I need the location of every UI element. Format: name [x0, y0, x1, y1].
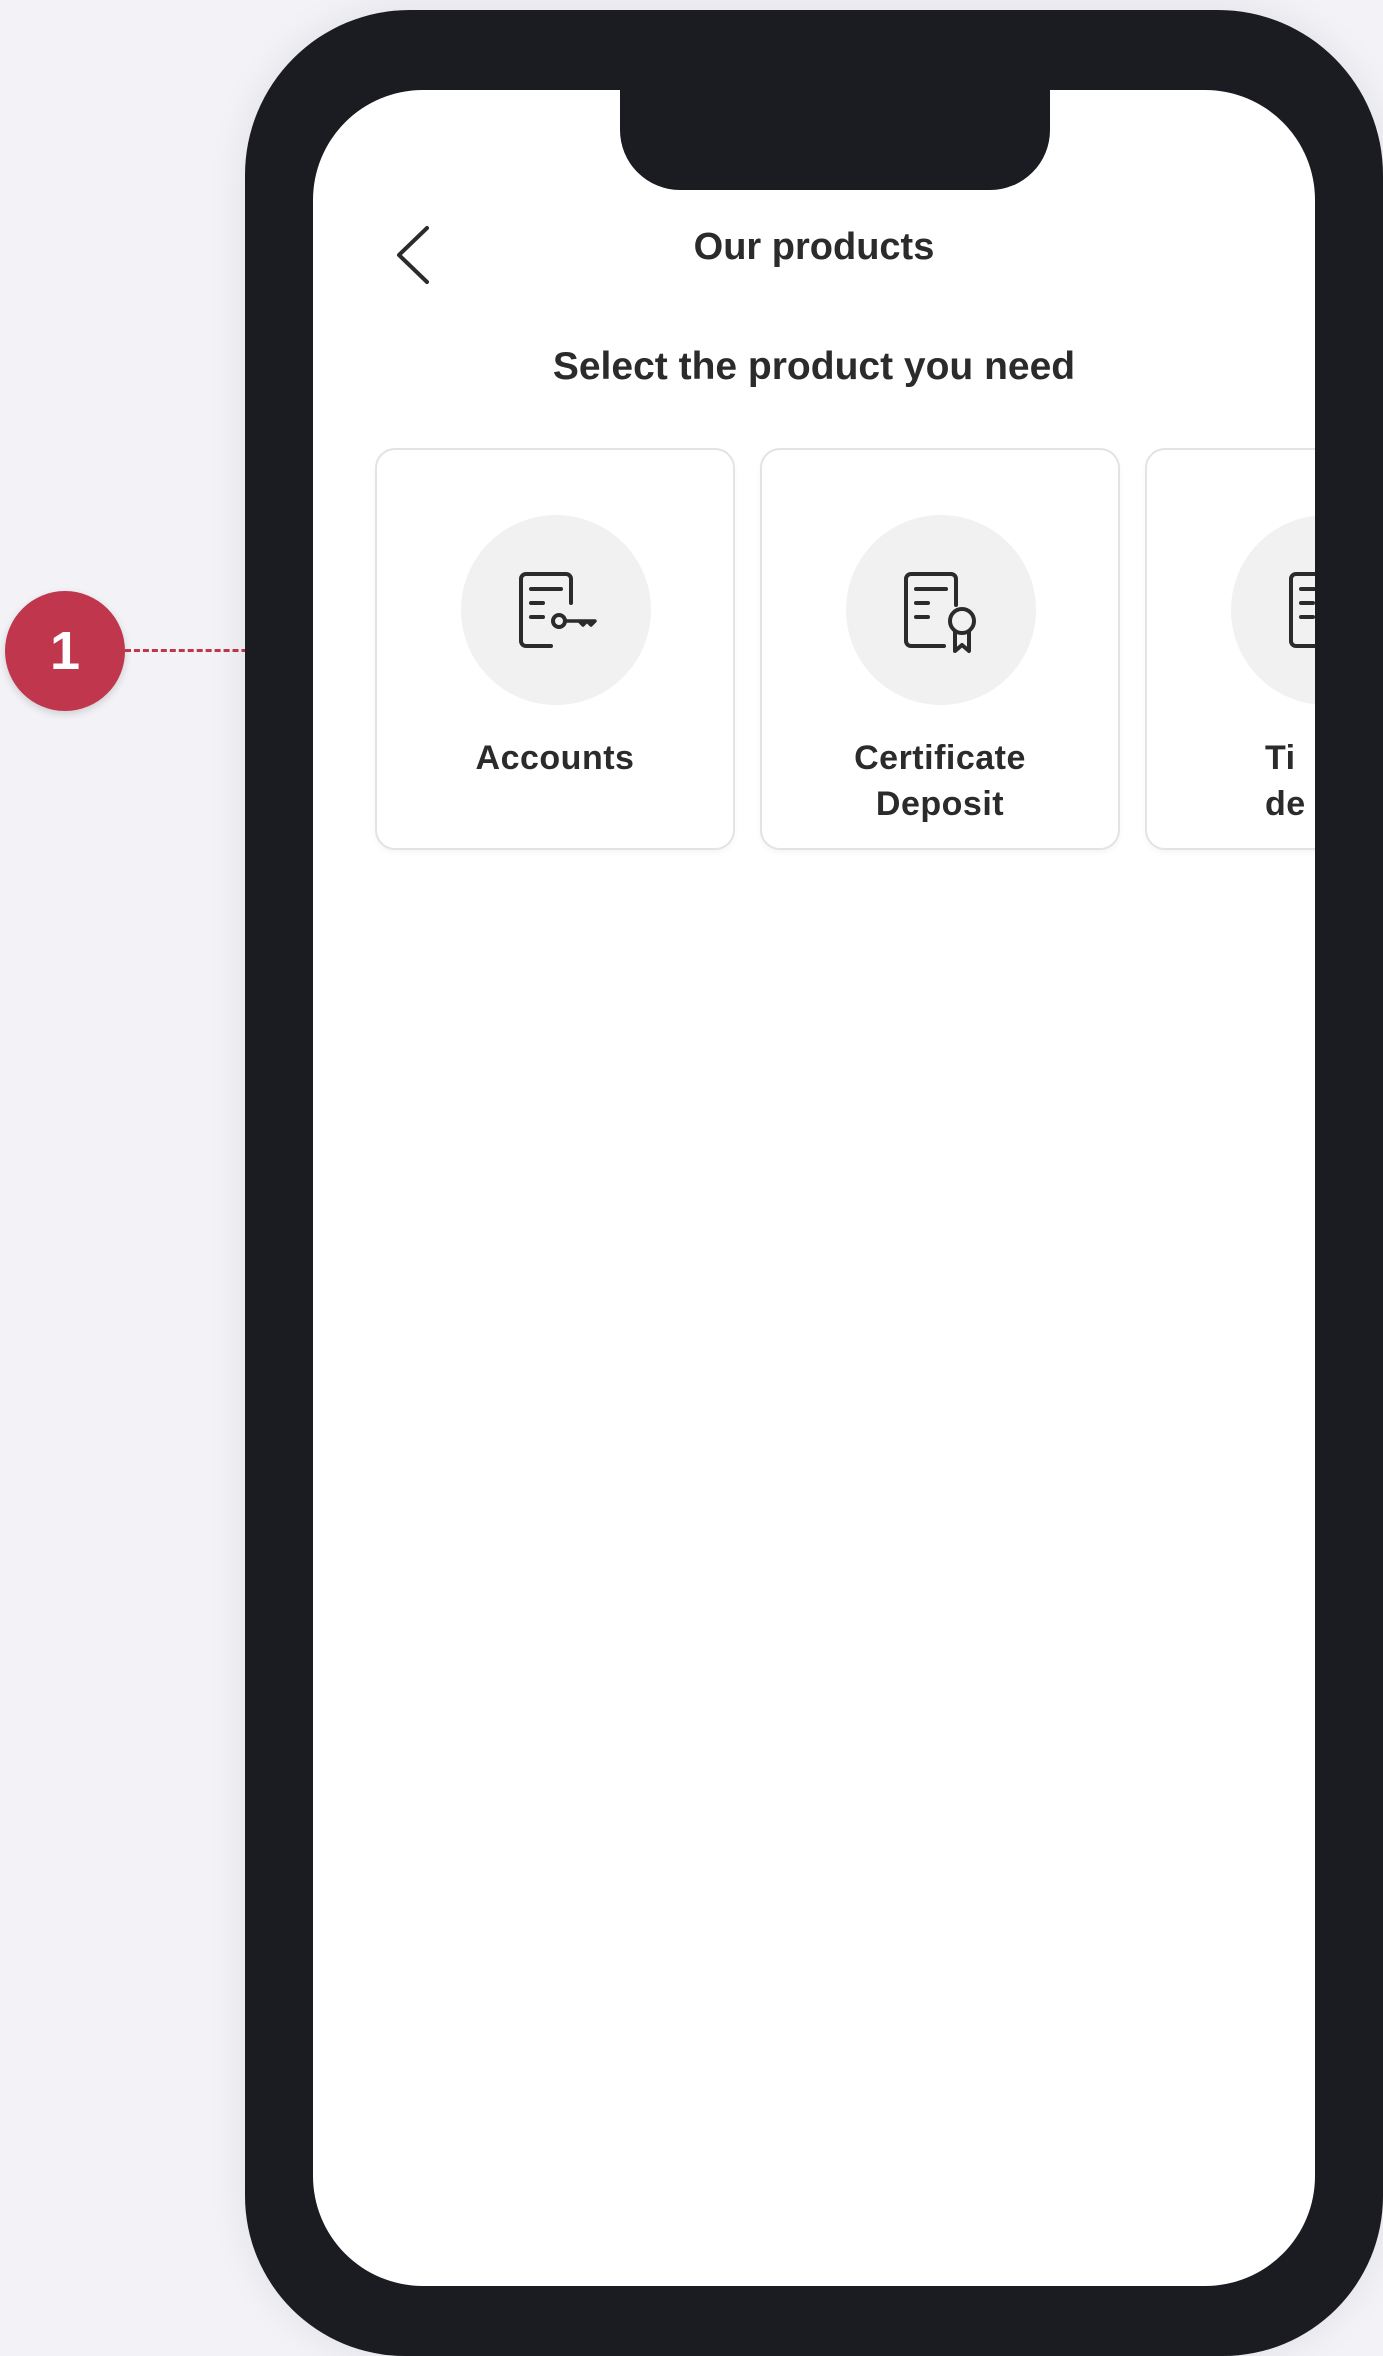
- icon-circle: [461, 515, 651, 705]
- document-icon: [1289, 572, 1315, 648]
- product-card-accounts[interactable]: Accounts: [375, 448, 735, 850]
- phone-frame: Our products Select the product you need: [245, 10, 1383, 2356]
- product-card-time-deposit[interactable]: Ti de: [1145, 448, 1315, 850]
- product-card-certificate-deposit[interactable]: Certificate Deposit: [760, 448, 1120, 850]
- annotation-marker-number: 1: [49, 621, 81, 681]
- product-carousel[interactable]: Accounts Certificate Deposit Ti de: [375, 448, 1315, 850]
- app-header: Our products: [313, 210, 1315, 300]
- annotation-marker: 1: [5, 591, 125, 711]
- phone-notch: [620, 90, 1050, 190]
- product-card-label: Certificate Deposit: [854, 739, 1026, 823]
- product-card-label: Accounts: [475, 739, 635, 777]
- product-card-label: Ti de: [1265, 739, 1306, 823]
- icon-circle: [1231, 515, 1315, 705]
- document-ribbon-icon: [904, 572, 976, 653]
- document-key-icon: [519, 572, 597, 648]
- icon-circle: [846, 515, 1036, 705]
- section-subtitle: Select the product you need: [552, 345, 1076, 388]
- phone-screen: Our products Select the product you need: [313, 90, 1315, 2286]
- page-title: Our products: [693, 226, 935, 268]
